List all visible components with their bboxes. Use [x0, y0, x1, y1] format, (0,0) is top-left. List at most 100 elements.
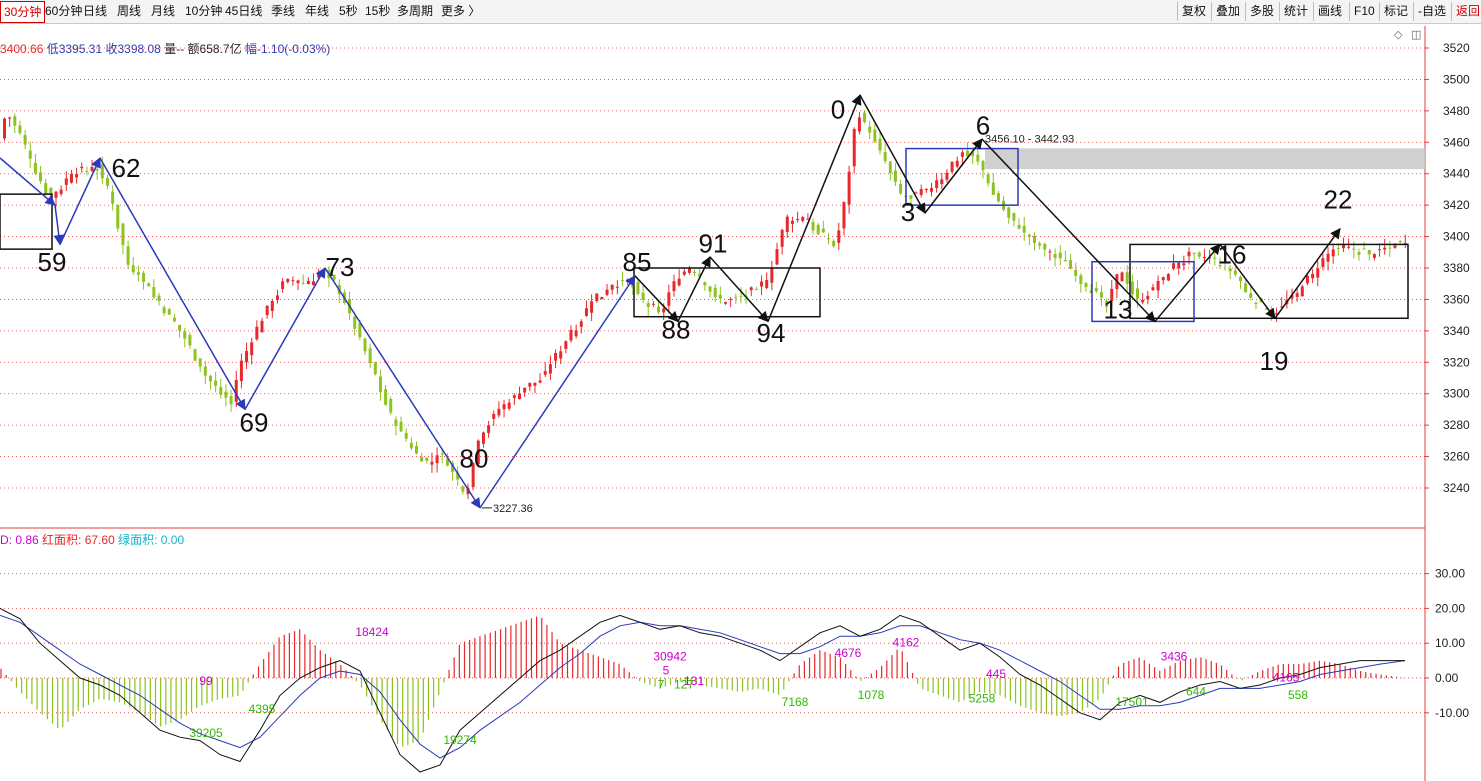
candle-body — [605, 289, 609, 295]
candle-body — [265, 305, 269, 316]
macd-area-label-red: 3436 — [1161, 650, 1188, 664]
macd-area-label-red: 445 — [986, 667, 1006, 681]
price-tick-label: 3320 — [1443, 355, 1470, 369]
candle-body — [1136, 288, 1139, 299]
candle-body — [888, 161, 892, 174]
candle-body — [59, 189, 63, 195]
candle-body — [239, 360, 243, 382]
candle-body — [739, 295, 743, 297]
wave-segment — [324, 267, 481, 509]
candle-body — [18, 125, 22, 133]
candle-body — [157, 295, 161, 301]
price-annotations: 3227.36 — [482, 503, 533, 515]
candle-body — [255, 326, 259, 340]
wave-segment — [479, 274, 636, 509]
candle-body — [1172, 263, 1176, 269]
candle-body — [147, 283, 151, 287]
candle-body — [502, 404, 506, 410]
candle-body — [1388, 247, 1392, 249]
macd-area-label-red: 4676 — [835, 646, 862, 660]
candle-body — [1331, 249, 1335, 257]
wave-label: 19 — [1260, 346, 1289, 376]
wave-segment — [59, 157, 101, 245]
candle-body — [1378, 249, 1382, 251]
candle-body — [796, 218, 800, 220]
candle-body — [1038, 243, 1042, 246]
candle-body — [152, 287, 156, 298]
candle-body — [136, 272, 140, 275]
candle-body — [1074, 269, 1078, 276]
candle-body — [167, 309, 171, 315]
candle-body — [378, 376, 382, 393]
candle-body — [641, 292, 645, 300]
candle-body — [646, 303, 650, 307]
candle-body — [1063, 260, 1067, 262]
candle-body — [100, 164, 104, 179]
macd-area-label-red: 4165 — [1273, 670, 1300, 684]
candle-body — [543, 371, 547, 375]
candle-body — [1043, 243, 1047, 250]
candle-body — [39, 172, 43, 182]
macd-area-label-green: 7 — [658, 677, 665, 691]
candle-body — [857, 117, 861, 132]
candle-body — [734, 296, 738, 298]
price-tick-label: 3240 — [1443, 481, 1470, 495]
candle-body — [301, 282, 305, 284]
candle-body — [312, 281, 315, 286]
candle-body — [1141, 299, 1145, 303]
candle-body — [291, 280, 295, 282]
candle-body — [548, 364, 552, 374]
candle-body — [44, 183, 48, 194]
candle-body — [363, 338, 367, 352]
candle-body — [713, 287, 717, 298]
candle-body — [440, 453, 444, 455]
range-box — [0, 193, 53, 250]
candle-body — [863, 112, 867, 123]
candle-body — [960, 152, 964, 157]
candle-body — [13, 116, 17, 126]
candle-body — [512, 395, 516, 399]
candle-body — [579, 321, 583, 327]
wave-label: 22 — [1324, 184, 1353, 214]
wave-label: 13 — [1104, 294, 1133, 324]
wave-label: 3 — [901, 197, 915, 227]
wave-label: 62 — [112, 153, 141, 183]
candle-body — [775, 249, 779, 265]
kline-chart[interactable]: 3456.10 - 3442.93 59 62 69 73 80 85 88 91 94 0 3 6 1… — [0, 0, 1481, 781]
candle-body — [554, 353, 558, 361]
candle-body — [384, 389, 388, 405]
candle-body — [64, 178, 68, 185]
price-tick-label: 3520 — [1443, 41, 1470, 55]
wave-label: 91 — [699, 228, 728, 258]
candle-body — [1084, 283, 1088, 288]
price-tick-label: 3280 — [1443, 418, 1470, 432]
macd-area-label-green: 4395 — [249, 702, 276, 716]
candle-body — [69, 174, 73, 183]
candle-body — [1249, 293, 1253, 298]
wave-segment — [767, 94, 862, 322]
candle-body — [832, 240, 836, 247]
candle-body — [162, 307, 166, 314]
candle-body — [564, 341, 568, 349]
candle-body — [1372, 254, 1376, 258]
candle-body — [198, 358, 202, 367]
candle-body — [703, 282, 707, 286]
wave-label: 6 — [976, 110, 990, 140]
candle-body — [1027, 234, 1031, 237]
candle-body — [1393, 245, 1397, 248]
macd-area-label-green: 644 — [1186, 684, 1206, 698]
price-tick-label: 3400 — [1443, 230, 1470, 244]
wave-label: 59 — [38, 247, 67, 277]
candle-body — [996, 193, 1000, 202]
candle-body — [1239, 276, 1242, 282]
candle-body — [770, 268, 774, 283]
candle-body — [811, 221, 815, 231]
candle-body — [75, 174, 79, 178]
wave-segment — [53, 205, 65, 246]
price-tick-label: 3300 — [1443, 387, 1470, 401]
candle-body — [687, 268, 691, 273]
candle-body — [1079, 275, 1083, 285]
candle-body — [682, 271, 686, 275]
macd-tick-label: -10.00 — [1435, 706, 1469, 720]
wave-label: 73 — [326, 252, 355, 282]
